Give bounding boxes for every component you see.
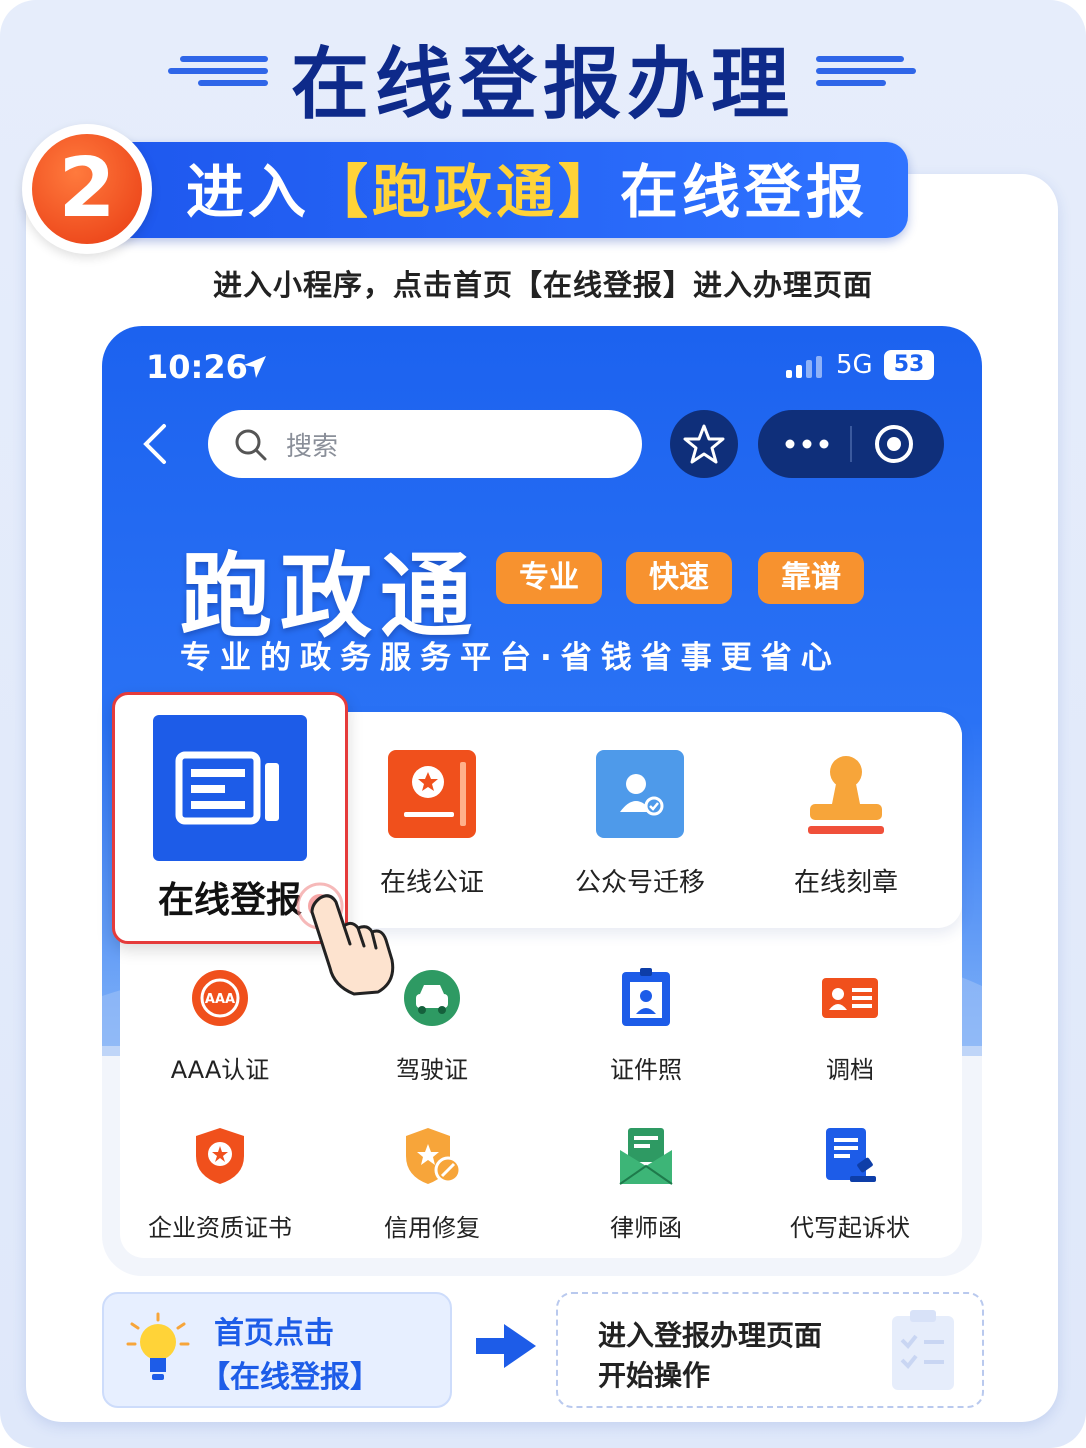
- car-icon: [402, 968, 462, 1028]
- tag-professional: 专业: [496, 552, 602, 604]
- capsule-divider: [850, 426, 852, 462]
- tip-tap-online-newspaper: 首页点击 【在线登报】: [102, 1292, 452, 1408]
- step-number-badge: 2: [22, 124, 152, 254]
- lawyer-letter-icon: [616, 1126, 676, 1186]
- service-label: 在线刻章: [793, 868, 898, 898]
- step-title-highlight: 【跑政通】: [310, 158, 621, 226]
- tip-right-line2: 开始操作: [598, 1359, 711, 1392]
- tip-right-line1: 进入登报办理页面: [598, 1319, 823, 1352]
- credit-repair-icon: [402, 1126, 462, 1186]
- star-icon: [683, 424, 725, 464]
- tap-hand-icon: [296, 882, 395, 996]
- svg-text:AAA: AAA: [205, 992, 235, 1007]
- status-network: 5G: [836, 350, 873, 380]
- tip-enter-page: 进入登报办理页面 开始操作: [556, 1292, 984, 1408]
- service-file-transfer[interactable]: 调档: [770, 968, 930, 1085]
- search-icon: [235, 429, 267, 461]
- search-input[interactable]: 搜索: [208, 410, 642, 478]
- aaa-badge-icon: AAA: [190, 968, 250, 1028]
- more-icon[interactable]: [784, 436, 830, 452]
- tag-fast: 快速: [626, 552, 732, 604]
- tip-left-line2: 【在线登报】: [200, 1360, 380, 1395]
- step-number: 2: [32, 134, 142, 244]
- id-photo-icon: [616, 968, 676, 1028]
- service-account-transfer[interactable]: 公众号迁移: [560, 750, 720, 899]
- service-label: 证件照: [610, 1056, 682, 1084]
- notary-icon: [388, 750, 476, 838]
- service-online-notary[interactable]: 在线公证: [352, 750, 512, 899]
- close-target-icon[interactable]: [872, 422, 916, 466]
- back-arrow-icon[interactable]: [140, 422, 170, 466]
- page: 在线登报办理 进入【跑政通】在线登报 2 进入小程序，点击首页【在线登报】进入办…: [0, 0, 1086, 1448]
- tag-reliable: 靠谱: [758, 552, 864, 604]
- header-decoration-right: [816, 56, 916, 86]
- brand-slogan: 专业的政务服务平台·省钱省事更省心: [180, 640, 841, 676]
- service-id-photo[interactable]: 证件照: [566, 968, 726, 1085]
- service-label: 驾驶证: [396, 1056, 468, 1084]
- service-label: 公众号迁移: [574, 868, 705, 898]
- tip-left-line1: 首页点击: [214, 1316, 334, 1351]
- service-lawsuit-writing[interactable]: 代写起诉状: [770, 1126, 930, 1243]
- step-title: 进入【跑政通】在线登报: [186, 152, 868, 232]
- service-label: 信用修复: [384, 1214, 480, 1242]
- stamp-icon: [802, 750, 890, 838]
- service-label: 企业资质证书: [148, 1214, 292, 1242]
- battery-icon: 53: [884, 350, 934, 380]
- location-arrow-icon: [244, 356, 266, 378]
- signal-icon: [786, 356, 822, 378]
- arrow-right-icon: [476, 1324, 536, 1368]
- step-title-suffix: 在线登报: [620, 158, 869, 226]
- page-title: 在线登报办理: [290, 40, 795, 130]
- search-placeholder: 搜索: [286, 432, 339, 462]
- service-label: 调档: [826, 1056, 874, 1084]
- service-label: 代写起诉状: [790, 1214, 910, 1242]
- step-title-prefix: 进入: [186, 158, 311, 226]
- service-aaa-certification[interactable]: AAA AAA认证: [140, 968, 300, 1085]
- step-subtitle: 进入小程序，点击首页【在线登报】进入办理页面: [212, 268, 873, 302]
- certificate-shield-icon: [190, 1126, 250, 1186]
- miniprogram-capsule: [758, 410, 944, 478]
- service-online-stamp[interactable]: 在线刻章: [766, 750, 926, 899]
- status-time: 10:26: [146, 348, 248, 386]
- lightbulb-icon: [126, 1312, 190, 1380]
- favorite-button[interactable]: [670, 410, 738, 478]
- lawsuit-doc-icon: [820, 1126, 880, 1186]
- service-credit-repair[interactable]: 信用修复: [352, 1126, 512, 1243]
- service-label: 律师函: [610, 1214, 682, 1242]
- service-lawyer-letter[interactable]: 律师函: [566, 1126, 726, 1243]
- newspaper-icon: [153, 715, 307, 861]
- service-enterprise-certificate[interactable]: 企业资质证书: [140, 1126, 300, 1243]
- service-label: AAA认证: [170, 1056, 270, 1084]
- clipboard-icon: [892, 1310, 954, 1390]
- file-card-icon: [820, 968, 880, 1028]
- account-transfer-icon: [596, 750, 684, 838]
